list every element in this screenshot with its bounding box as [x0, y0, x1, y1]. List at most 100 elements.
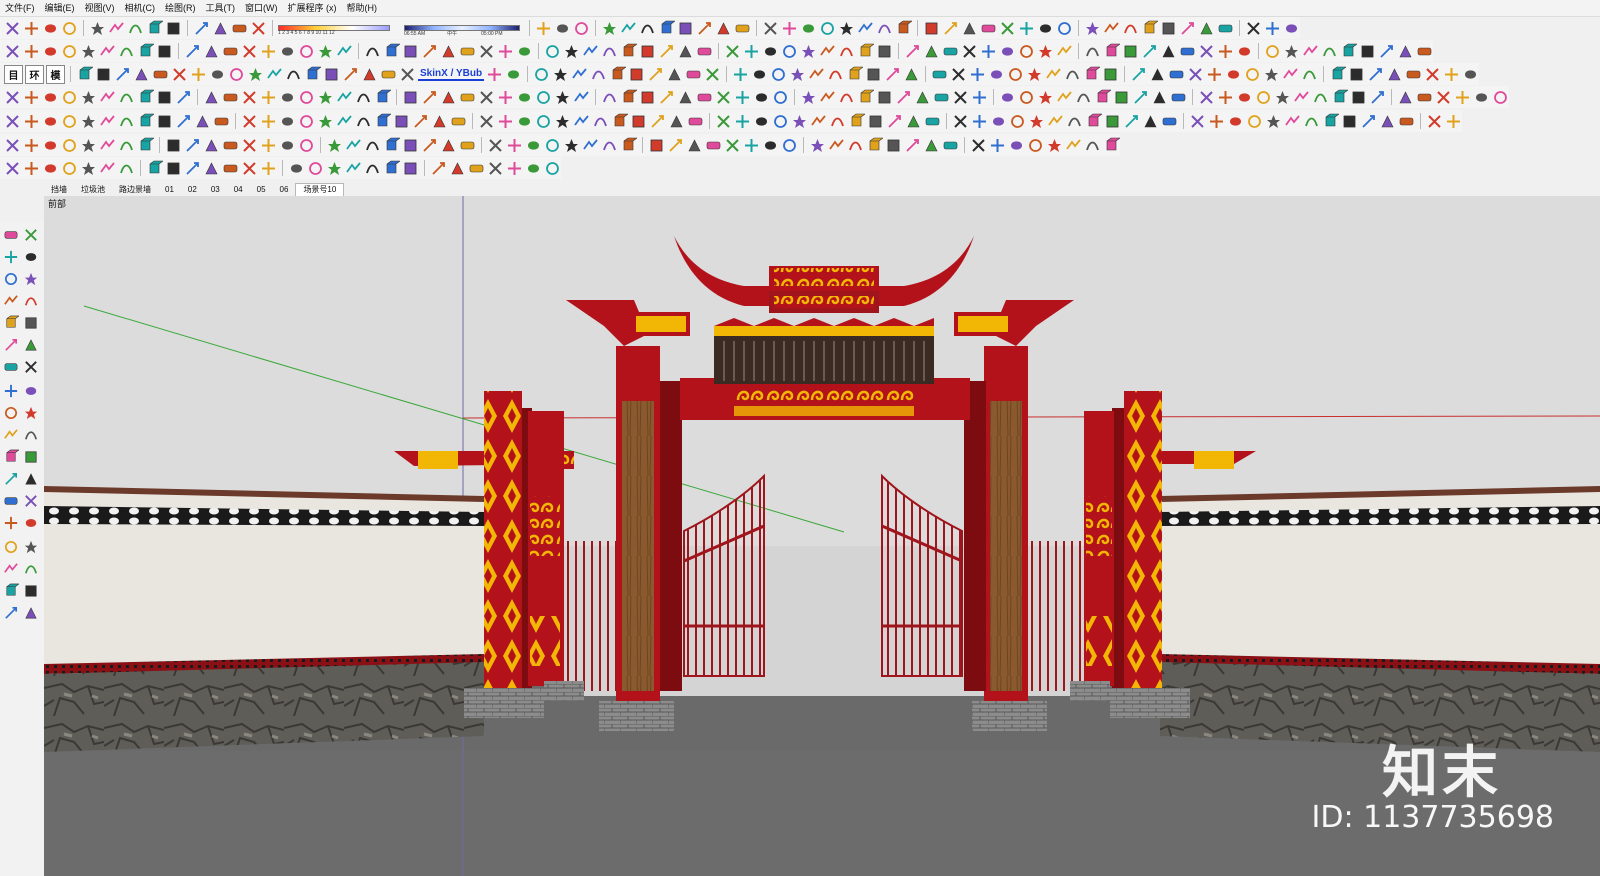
row5-circle-icon-63[interactable]: [1246, 113, 1263, 130]
row2-triangle-icon-46[interactable]: [923, 43, 940, 60]
row6-pill-icon-23[interactable]: [459, 137, 476, 154]
row3b-pill-icon-64[interactable]: [1405, 66, 1422, 83]
row1-line-icon-17[interactable]: [620, 20, 637, 37]
row5-plus-icon-49[interactable]: [971, 113, 988, 130]
row3b-plus-icon-42[interactable]: [969, 66, 986, 83]
left-tool-cross-icon-1[interactable]: [22, 226, 40, 244]
row1-cube-icon-31[interactable]: [895, 20, 912, 37]
row4-arc-icon-30[interactable]: [601, 89, 618, 106]
row3b-arc-icon-47[interactable]: [1064, 66, 1081, 83]
row2-arrow-icon-33[interactable]: [658, 43, 675, 60]
row5-plus-icon-13[interactable]: [260, 113, 277, 130]
row3b-circle-icon-56[interactable]: [1244, 66, 1261, 83]
row4-plus-icon-13[interactable]: [260, 89, 277, 106]
row4-arrow-icon-9[interactable]: [175, 89, 192, 106]
row1-triangle-icon-10[interactable]: [212, 20, 229, 37]
skin-toolbar-label[interactable]: SkinX / YBub: [418, 68, 485, 81]
row5-pill-icon-35[interactable]: [687, 113, 704, 130]
scene-tab-2[interactable]: 路边景墙: [112, 184, 158, 196]
row4-arc-icon-6[interactable]: [118, 89, 135, 106]
row6-line-icon-29[interactable]: [582, 137, 599, 154]
row4-plus-icon-25[interactable]: [497, 89, 514, 106]
row7-cube-icon-19[interactable]: [383, 160, 400, 177]
row1-star-icon-28[interactable]: [838, 20, 855, 37]
row2-arc-icon-54[interactable]: [1084, 43, 1101, 60]
row2-pill-icon-23[interactable]: [459, 43, 476, 60]
row5-triangle-icon-70[interactable]: [1379, 113, 1396, 130]
row2-pill-icon-71[interactable]: [1416, 43, 1433, 60]
row6-star-icon-28[interactable]: [563, 137, 580, 154]
row3a-plus-icon-6[interactable]: [190, 66, 207, 83]
row6-box-icon-32[interactable]: [648, 137, 665, 154]
row2-circle-icon-27[interactable]: [544, 43, 561, 60]
row4-pill-icon-47[interactable]: [933, 89, 950, 106]
row7-arc-icon-18[interactable]: [364, 160, 381, 177]
row5-ellipse-icon-2[interactable]: [42, 113, 59, 130]
menu-item-5[interactable]: 工具(T): [201, 0, 241, 16]
left-tool-line-icon-30[interactable]: [2, 560, 20, 578]
row5-circle-icon-15[interactable]: [298, 113, 315, 130]
row4-triangle-icon-34[interactable]: [677, 89, 694, 106]
menu-item-6[interactable]: 窗口(W): [240, 0, 283, 16]
row5-circle-icon-39[interactable]: [772, 113, 789, 130]
row1-pill-icon-23[interactable]: [734, 20, 751, 37]
row2-pill-icon-35[interactable]: [696, 43, 713, 60]
row6-triangle-icon-34[interactable]: [686, 137, 703, 154]
row5-cross-icon-24[interactable]: [478, 113, 495, 130]
row4-cross-icon-48[interactable]: [952, 89, 969, 106]
row1-circle-icon-27[interactable]: [819, 20, 836, 37]
scene-tab-1[interactable]: 垃圾池: [74, 184, 112, 196]
row4-circle-icon-39[interactable]: [772, 89, 789, 106]
left-tool-ellipse-icon-27[interactable]: [22, 514, 40, 532]
row1-pill-icon-47[interactable]: [1217, 20, 1234, 37]
row7-ellipse-icon-26[interactable]: [525, 160, 542, 177]
row2-arrow-icon-57[interactable]: [1141, 43, 1158, 60]
row7-circle-icon-27[interactable]: [544, 160, 561, 177]
row3a-cube-icon-12[interactable]: [304, 66, 321, 83]
row6-box-icon-8[interactable]: [165, 137, 182, 154]
left-tool-pill-icon-24[interactable]: [2, 492, 20, 510]
row7-pill-icon-23[interactable]: [468, 160, 485, 177]
row2-plus-icon-25[interactable]: [497, 43, 514, 60]
row5-line-icon-17[interactable]: [336, 113, 353, 130]
row7-triangle-icon-22[interactable]: [449, 160, 466, 177]
row6-star-icon-52[interactable]: [1046, 137, 1063, 154]
left-tool-triangle-icon-35[interactable]: [22, 604, 40, 622]
left-tool-arrow-icon-34[interactable]: [2, 604, 20, 622]
row6-line-icon-5[interactable]: [99, 137, 116, 154]
row4-cross-icon-0[interactable]: [4, 89, 21, 106]
scene-tab-7[interactable]: 05: [250, 184, 273, 196]
shadow-date-slider[interactable]: 1 2 3 4 5 6 7 8 9 10 11 12: [278, 21, 396, 36]
left-tool-circle-icon-4[interactable]: [2, 270, 20, 288]
row4-ellipse-icon-62[interactable]: [1236, 89, 1253, 106]
left-tool-arc-icon-19[interactable]: [22, 426, 40, 444]
row5-box-icon-32[interactable]: [630, 113, 647, 130]
row4-cross-icon-60[interactable]: [1198, 89, 1215, 106]
row6-circle-icon-39[interactable]: [781, 137, 798, 154]
row5-plus-icon-37[interactable]: [734, 113, 751, 130]
menu-item-3[interactable]: 相机(C): [120, 0, 161, 16]
row1-star-icon-4[interactable]: [89, 20, 106, 37]
left-tool-plus-icon-14[interactable]: [2, 382, 20, 400]
row5-cube-icon-67[interactable]: [1322, 113, 1339, 130]
row3b-plus-icon-66[interactable]: [1443, 66, 1460, 83]
row7-ellipse-icon-2[interactable]: [42, 160, 59, 177]
row2-arc-icon-42[interactable]: [838, 43, 855, 60]
row2-plus-icon-61[interactable]: [1217, 43, 1234, 60]
scene-tab-8[interactable]: 06: [273, 184, 296, 196]
row1-plus-icon-25[interactable]: [781, 20, 798, 37]
row6-plus-icon-49[interactable]: [989, 137, 1006, 154]
scene-tab-0[interactable]: 挡墙: [44, 184, 74, 196]
row4-cross-icon-36[interactable]: [715, 89, 732, 106]
row4-star-icon-28[interactable]: [554, 89, 571, 106]
row2-ellipse-icon-14[interactable]: [279, 43, 296, 60]
left-tool-cube-icon-8[interactable]: [2, 314, 20, 332]
row4-ellipse-icon-14[interactable]: [279, 89, 296, 106]
row7-plus-icon-25[interactable]: [506, 160, 523, 177]
row2-cross-icon-36[interactable]: [724, 43, 741, 60]
row7-arrow-icon-9[interactable]: [184, 160, 201, 177]
row2-star-icon-52[interactable]: [1037, 43, 1054, 60]
row7-arc-icon-6[interactable]: [118, 160, 135, 177]
row5-ellipse-icon-50[interactable]: [990, 113, 1007, 130]
row1-circle-icon-15[interactable]: [573, 20, 590, 37]
